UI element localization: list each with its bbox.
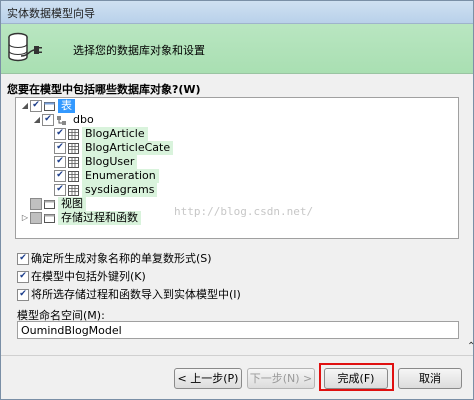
tree-label-table[interactable]: sysdiagrams (82, 183, 158, 197)
foreign-keys-checkbox[interactable]: ✔ (17, 271, 29, 283)
import-procs-checkbox[interactable]: ✔ (17, 289, 29, 301)
tables-folder-icon (44, 101, 55, 111)
tree-node-tables[interactable]: ◢ ✔ 表 (20, 99, 75, 113)
table-checkbox[interactable]: ✔ (54, 184, 66, 196)
import-procs-label[interactable]: 将所选存储过程和函数导入到实体模型中(I) (31, 288, 241, 301)
views-folder-icon (44, 199, 55, 209)
expand-arrow-icon[interactable]: ▷ (20, 211, 30, 225)
tree-label-table[interactable]: BlogArticle (82, 127, 148, 141)
database-objects-tree[interactable]: ◢ ✔ 表 ◢ ✔ dbo ✔ BlogArticle ✔ BlogArticleCate … (15, 97, 459, 239)
table-grid-icon (68, 184, 79, 196)
tree-node-table[interactable]: ✔ Enumeration (54, 169, 159, 183)
table-checkbox[interactable]: ✔ (54, 170, 66, 182)
table-grid-icon (68, 156, 79, 168)
tree-label-table[interactable]: BlogUser (82, 155, 138, 169)
tree-node-table[interactable]: ✔ BlogArticleCate (54, 141, 174, 155)
resize-grip-icon[interactable]: ⌃ (467, 341, 474, 352)
tree-node-views[interactable]: 视图 (20, 197, 86, 211)
collapse-arrow-icon[interactable]: ◢ (32, 113, 42, 127)
foreign-keys-option[interactable]: ✔ 在模型中包括外键列(K) (17, 269, 146, 285)
pluralize-label[interactable]: 确定所生成对象名称的单复数形式(S) (31, 252, 212, 265)
table-grid-icon (68, 170, 79, 182)
tree-node-table[interactable]: ✔ BlogUser (54, 155, 138, 169)
tree-node-dbo[interactable]: ◢ ✔ dbo (32, 113, 97, 127)
import-procs-option[interactable]: ✔ 将所选存储过程和函数导入到实体模型中(I) (17, 287, 241, 303)
header-banner: 选择您的数据库对象和设置 (1, 24, 473, 74)
previous-button[interactable]: < 上一步(P) (174, 368, 242, 389)
objects-question-label: 您要在模型中包括哪些数据库对象?(W) (7, 83, 201, 96)
table-checkbox[interactable]: ✔ (54, 142, 66, 154)
schema-icon (57, 115, 66, 125)
footer-divider (1, 355, 473, 356)
watermark-text: http://blog.csdn.net/ (174, 205, 314, 218)
table-checkbox[interactable]: ✔ (54, 128, 66, 140)
procs-folder-icon (44, 213, 55, 223)
table-grid-icon (68, 142, 79, 154)
banner-text: 选择您的数据库对象和设置 (73, 44, 205, 57)
tree-label-tables[interactable]: 表 (58, 99, 75, 113)
dbo-checkbox[interactable]: ✔ (42, 114, 54, 126)
finish-highlight-box (319, 363, 394, 391)
database-plug-icon (8, 32, 42, 62)
foreign-keys-label[interactable]: 在模型中包括外键列(K) (31, 270, 146, 283)
window-title: 实体数据模型向导 (7, 7, 95, 20)
collapse-arrow-icon[interactable]: ◢ (20, 99, 30, 113)
table-grid-icon (68, 128, 79, 140)
tree-label-dbo[interactable]: dbo (70, 113, 97, 127)
next-button[interactable]: 下一步(N) > (247, 368, 315, 389)
tree-node-table[interactable]: ✔ sysdiagrams (54, 183, 158, 197)
namespace-input[interactable] (17, 321, 459, 339)
tree-node-table[interactable]: ✔ BlogArticle (54, 127, 148, 141)
views-checkbox[interactable] (30, 198, 42, 210)
wizard-window: 实体数据模型向导 选择您的数据库对象和设置 您要在模型中包括哪些数据库对象?(W… (0, 0, 474, 400)
tables-checkbox[interactable]: ✔ (30, 100, 42, 112)
cancel-button[interactable]: 取消 (398, 368, 462, 389)
pluralize-checkbox[interactable]: ✔ (17, 253, 29, 265)
tree-node-procs[interactable]: ▷ 存储过程和函数 (20, 211, 141, 225)
tree-label-procs[interactable]: 存储过程和函数 (58, 211, 141, 225)
tree-label-views[interactable]: 视图 (58, 197, 86, 211)
tree-label-table[interactable]: Enumeration (82, 169, 159, 183)
pluralize-option[interactable]: ✔ 确定所生成对象名称的单复数形式(S) (17, 251, 212, 267)
title-bar: 实体数据模型向导 (1, 1, 473, 24)
table-checkbox[interactable]: ✔ (54, 156, 66, 168)
tree-label-table[interactable]: BlogArticleCate (82, 141, 174, 155)
procs-checkbox[interactable] (30, 212, 42, 224)
